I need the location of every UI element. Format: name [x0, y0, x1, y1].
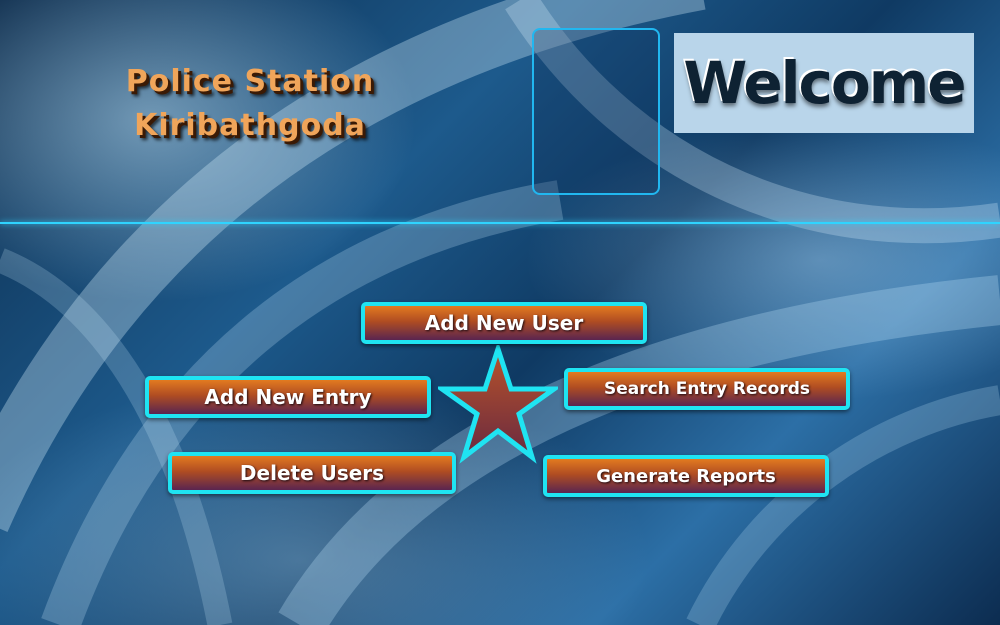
- header-divider: [0, 222, 1000, 224]
- add-new-user-button[interactable]: Add New User: [361, 302, 647, 344]
- generate-reports-button[interactable]: Generate Reports: [543, 455, 829, 497]
- user-photo-frame: [532, 28, 660, 195]
- add-new-entry-label: Add New Entry: [204, 385, 372, 409]
- star-icon: [438, 345, 558, 464]
- search-entry-records-label: Search Entry Records: [603, 379, 810, 399]
- station-name-line2: Kiribathgoda: [134, 108, 366, 143]
- welcome-text: Welcome: [683, 49, 966, 117]
- welcome-banner: Welcome: [674, 33, 974, 133]
- station-name-line1: Police Station: [125, 64, 375, 99]
- delete-users-button[interactable]: Delete Users: [168, 452, 456, 494]
- search-entry-records-button[interactable]: Search Entry Records: [564, 368, 850, 410]
- add-new-user-label: Add New User: [424, 311, 584, 335]
- generate-reports-label: Generate Reports: [596, 465, 776, 487]
- delete-users-label: Delete Users: [239, 461, 385, 485]
- add-new-entry-button[interactable]: Add New Entry: [145, 376, 431, 418]
- station-title: Police Station Kiribathgoda: [105, 60, 395, 148]
